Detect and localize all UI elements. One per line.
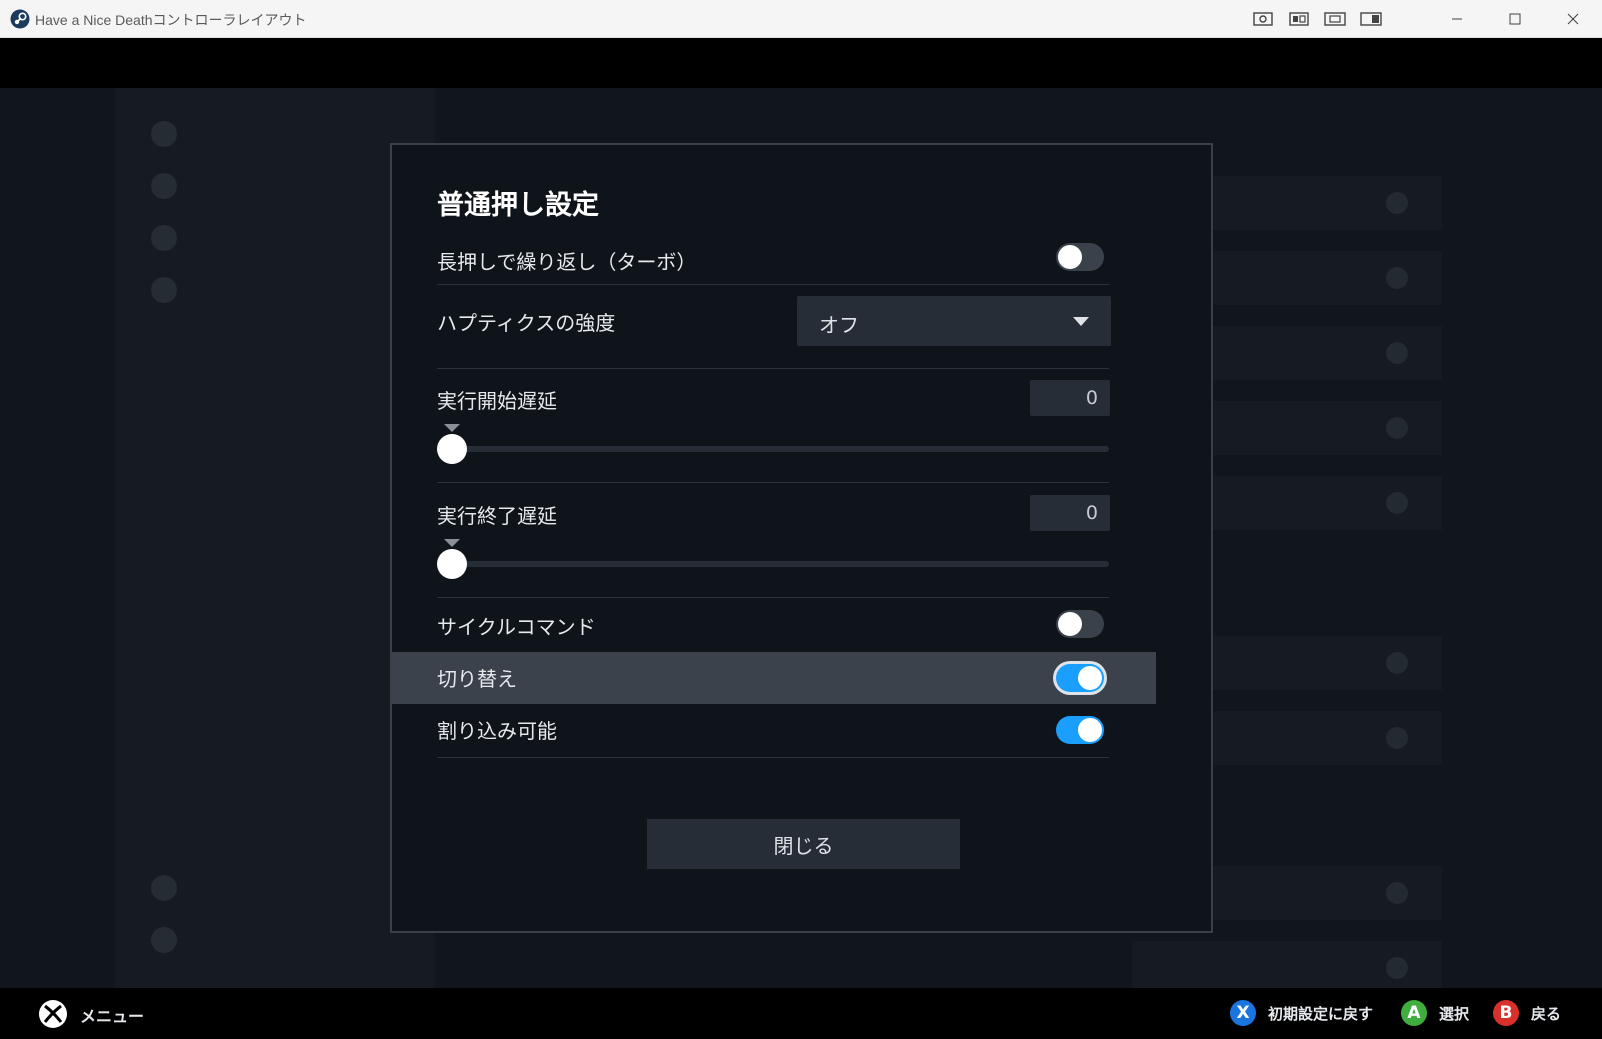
a-button-icon: A bbox=[1401, 1000, 1427, 1026]
footer-bar: メニュー X 初期設定に戻す A 選択 B 戻る bbox=[0, 988, 1602, 1039]
toggle-toggle[interactable] bbox=[1056, 664, 1104, 692]
back-hint-label: 戻る bbox=[1531, 1004, 1562, 1023]
divider bbox=[437, 368, 1109, 369]
background-sidebar-item bbox=[115, 264, 425, 316]
end-delay-input[interactable]: 0 bbox=[1030, 495, 1110, 531]
interruptible-toggle[interactable] bbox=[1056, 716, 1104, 744]
back-hint[interactable]: B 戻る bbox=[1493, 1000, 1561, 1026]
button-settings-dialog: 普通押し設定 長押しで繰り返し（ターボ） ハプティクスの強度 オフ 実行開始遅延… bbox=[390, 143, 1213, 933]
turbo-label: 長押しで繰り返し（ターボ） bbox=[437, 250, 697, 274]
title-bar: Have a Nice Deathコントローラレイアウト bbox=[0, 0, 1602, 38]
toggle-label: 切り替え bbox=[437, 667, 517, 691]
screenshot-icon[interactable] bbox=[1252, 10, 1274, 28]
start-delay-slider-knob[interactable] bbox=[437, 434, 467, 464]
slider-default-marker bbox=[444, 424, 460, 432]
select-hint[interactable]: A 選択 bbox=[1401, 1000, 1469, 1026]
background-sidebar-item bbox=[115, 212, 425, 264]
xbox-icon[interactable] bbox=[38, 999, 68, 1029]
start-delay-label: 実行開始遅延 bbox=[437, 389, 557, 413]
x-button-icon: X bbox=[1230, 1000, 1256, 1026]
background-row bbox=[1132, 941, 1442, 995]
minimize-icon[interactable] bbox=[1428, 0, 1486, 38]
start-delay-value: 0 bbox=[1085, 387, 1098, 409]
background-sidebar-item bbox=[115, 914, 425, 966]
interruptible-label: 割り込み可能 bbox=[437, 719, 557, 743]
reset-hint[interactable]: X 初期設定に戻す bbox=[1230, 1000, 1373, 1026]
keyboard-icon[interactable] bbox=[1360, 10, 1382, 28]
haptics-value: オフ bbox=[819, 313, 859, 337]
haptics-label: ハプティクスの強度 bbox=[437, 311, 616, 335]
window-title: Have a Nice Deathコントローラレイアウト bbox=[35, 12, 307, 28]
divider bbox=[437, 757, 1109, 758]
divider bbox=[437, 284, 1109, 285]
turbo-toggle[interactable] bbox=[1056, 243, 1104, 271]
end-delay-slider-knob[interactable] bbox=[437, 549, 467, 579]
close-button[interactable]: 閉じる bbox=[647, 819, 960, 869]
end-delay-label: 実行終了遅延 bbox=[437, 504, 557, 528]
menu-label[interactable]: メニュー bbox=[80, 1003, 144, 1027]
start-delay-slider[interactable] bbox=[452, 446, 1109, 452]
b-button-icon: B bbox=[1493, 1000, 1519, 1026]
cycle-command-toggle[interactable] bbox=[1056, 610, 1104, 638]
divider bbox=[437, 482, 1109, 483]
header-strip bbox=[0, 38, 1602, 88]
select-hint-label: 選択 bbox=[1439, 1004, 1470, 1023]
chevron-down-icon bbox=[1073, 317, 1089, 326]
steam-icon bbox=[10, 9, 30, 29]
controller-layout-icon[interactable] bbox=[1288, 10, 1310, 28]
reset-hint-label: 初期設定に戻す bbox=[1268, 1004, 1374, 1023]
maximize-icon[interactable] bbox=[1486, 0, 1544, 38]
background-sidebar-item bbox=[115, 862, 425, 914]
close-icon[interactable] bbox=[1544, 0, 1602, 38]
background-sidebar-item bbox=[115, 108, 425, 160]
dialog-title: 普通押し設定 bbox=[437, 190, 599, 221]
haptics-dropdown[interactable]: オフ bbox=[797, 296, 1111, 346]
background-sidebar-item bbox=[115, 160, 425, 212]
overlay-icon[interactable] bbox=[1324, 10, 1346, 28]
cycle-command-label: サイクルコマンド bbox=[437, 615, 596, 639]
end-delay-slider[interactable] bbox=[452, 561, 1109, 567]
slider-default-marker bbox=[444, 539, 460, 547]
divider bbox=[437, 597, 1109, 598]
end-delay-value: 0 bbox=[1085, 502, 1098, 524]
start-delay-input[interactable]: 0 bbox=[1030, 380, 1110, 416]
